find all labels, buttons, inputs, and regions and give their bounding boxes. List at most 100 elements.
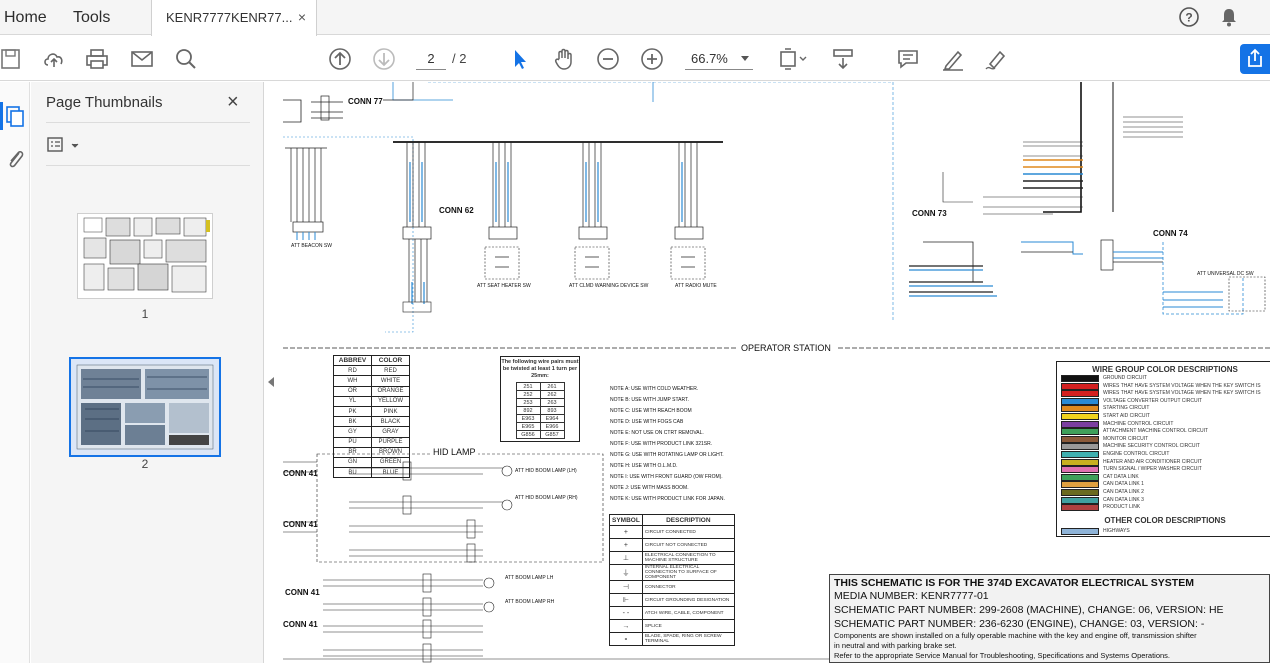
legend-label: ENGINE CONTROL CIRCUIT	[1103, 451, 1170, 457]
pair-cell: 261	[539, 382, 565, 391]
legend-label: HEATER AND AIR CONDITIONER CIRCUIT	[1103, 458, 1203, 465]
symbol-cell: +	[609, 525, 643, 539]
description-cell: CONNECTOR	[641, 580, 735, 594]
legend-swatch	[1061, 466, 1099, 474]
legend-label: ATTACHMENT MACHINE CONTROL CIRCUIT	[1103, 428, 1209, 435]
component-label: ATT BOOM LAMP RH	[505, 599, 555, 605]
legend-swatch	[1061, 458, 1099, 466]
zoom-in-icon[interactable]	[639, 46, 665, 72]
legend-label: VOLTAGE CONVERTER OUTPUT CIRCUIT	[1103, 397, 1203, 404]
save-icon[interactable]	[0, 46, 24, 72]
abbrev-cell: PK	[333, 405, 372, 418]
color-cell: PINK	[371, 405, 410, 418]
page-number-input[interactable]: 2	[416, 48, 446, 70]
pair-cell: 892	[515, 406, 541, 415]
table-row: ⊩ CIRCUIT GROUNDING DESIGNATION	[609, 593, 735, 607]
legend-row: MACHINE CONTROL CIRCUIT	[1061, 420, 1270, 428]
note-item: NOTE G: USE WITH ROTATING LAMP OR LIGHT.	[610, 452, 724, 458]
select-tool-icon[interactable]	[507, 46, 533, 72]
thumbnails-icon[interactable]	[3, 104, 27, 128]
document-viewport[interactable]: CONN 77 CONN 62 CONN 73 CONN 74 CONN 41 …	[283, 82, 1270, 663]
highlight-icon[interactable]	[940, 46, 966, 72]
component-label: ATT BEACON SW	[291, 243, 332, 249]
divider	[46, 165, 250, 166]
legend-swatch	[1061, 397, 1099, 405]
email-icon[interactable]	[129, 46, 155, 72]
pair-cell: G856	[515, 430, 541, 439]
document-tab-close-icon[interactable]: ×	[298, 0, 306, 35]
comment-icon[interactable]	[895, 46, 921, 72]
attachments-icon[interactable]	[3, 147, 27, 171]
schematic-info-box: THIS SCHEMATIC IS FOR THE 374D EXCAVATOR…	[829, 574, 1270, 663]
description-cell: ELECTRICAL CONNECTION TO MACHINE STRUCTU…	[641, 551, 735, 565]
pair-cell: 263	[539, 398, 565, 407]
panel-close-icon[interactable]: ×	[227, 92, 239, 112]
collapse-panel-icon[interactable]	[268, 377, 274, 387]
symbol-cell: - -	[609, 606, 643, 620]
legend-swatch	[1061, 451, 1099, 458]
legend-label: TURN SIGNAL / WIPER WASHER CIRCUIT	[1103, 466, 1202, 473]
pair-cell: 253	[515, 398, 541, 407]
search-icon[interactable]	[173, 46, 199, 72]
legend-row: WIRES THAT HAVE SYSTEM VOLTAGE WHEN THE …	[1061, 390, 1270, 398]
component-label: ATT BOOM LAMP LH	[505, 575, 554, 581]
pair-cell: E963	[515, 414, 541, 423]
hand-tool-icon[interactable]	[551, 46, 577, 72]
menu-tools[interactable]: Tools	[73, 0, 110, 35]
upload-icon[interactable]	[41, 46, 67, 72]
fit-page-icon[interactable]	[776, 46, 810, 72]
info-note: in neutral and with parking brake set.	[834, 641, 957, 650]
legend-label: CAN DATA LINK 2	[1103, 489, 1144, 495]
component-label: ATT HID BOOM LAMP (LH)	[515, 468, 577, 474]
sign-icon[interactable]	[983, 46, 1009, 72]
toolbar: 2 / 2 66.7%	[0, 36, 1270, 81]
note-item: NOTE J: USE WITH MASS BOOM.	[610, 485, 689, 491]
table-row: BU BLUE	[333, 467, 410, 479]
connector-label: CONN 74	[1153, 229, 1188, 238]
symbol-cell: ⏚	[609, 564, 643, 581]
thumbnail-page-2[interactable]	[69, 357, 221, 457]
abbrev-cell: BR	[333, 446, 372, 458]
thumbnail-page-1[interactable]	[77, 213, 213, 299]
table-row: GY GRAY	[333, 426, 410, 438]
menu-home[interactable]: Home	[4, 0, 47, 35]
legend-swatch	[1061, 375, 1099, 382]
color-cell: BLUE	[371, 467, 410, 479]
legend-row: CAT DATA LINK	[1061, 473, 1270, 481]
abbrev-cell: RD	[333, 365, 372, 377]
legend-row: CAN DATA LINK 3	[1061, 496, 1270, 504]
note-item: NOTE A: USE WITH COLD WEATHER.	[610, 386, 699, 392]
table-row: GN GREEN	[333, 456, 410, 469]
symbol-cell: +	[609, 538, 643, 552]
legend-label: CAT DATA LINK	[1103, 473, 1139, 480]
options-icon[interactable]	[46, 134, 86, 156]
bell-icon[interactable]	[1218, 6, 1240, 28]
color-cell: RED	[371, 365, 410, 377]
abbrev-cell: GY	[333, 426, 372, 438]
prev-page-icon[interactable]	[327, 46, 353, 72]
zoom-select[interactable]: 66.7%	[685, 48, 753, 70]
table-row: ∘ BLADE, SPADE, RING OR SCREW TERMINAL	[609, 632, 735, 646]
legend-swatch	[1061, 435, 1099, 443]
legend-label: MACHINE CONTROL CIRCUIT	[1103, 420, 1174, 427]
legend-row: MACHINE SECURITY CONTROL CIRCUIT	[1061, 443, 1270, 451]
thumbnail-label-2: 2	[141, 457, 149, 471]
print-icon[interactable]	[84, 46, 110, 72]
note-item: NOTE K: USE WITH PRODUCT LINK FOR JAPAN.	[610, 496, 725, 502]
table-row: + CIRCUIT NOT CONNECTED	[609, 538, 735, 552]
thumbnail-page-1-image	[78, 214, 212, 298]
next-page-icon[interactable]	[371, 46, 397, 72]
table-row: OR ORANGE	[333, 385, 410, 397]
connector-label: CONN 41	[285, 588, 320, 597]
document-tab[interactable]: KENR7777KENR77... ×	[151, 0, 317, 36]
scroll-mode-icon[interactable]	[830, 46, 856, 72]
share-button[interactable]	[1240, 44, 1270, 74]
legend-swatch	[1061, 413, 1099, 420]
zoom-out-icon[interactable]	[595, 46, 621, 72]
help-icon[interactable]: ?	[1178, 6, 1200, 28]
legend-row: CAN DATA LINK 2	[1061, 489, 1270, 496]
connector-label: CONN 41	[283, 520, 318, 529]
share-icon	[1248, 48, 1262, 67]
symbol-cell: ∘	[609, 632, 643, 646]
color-cell: GREEN	[371, 456, 410, 469]
